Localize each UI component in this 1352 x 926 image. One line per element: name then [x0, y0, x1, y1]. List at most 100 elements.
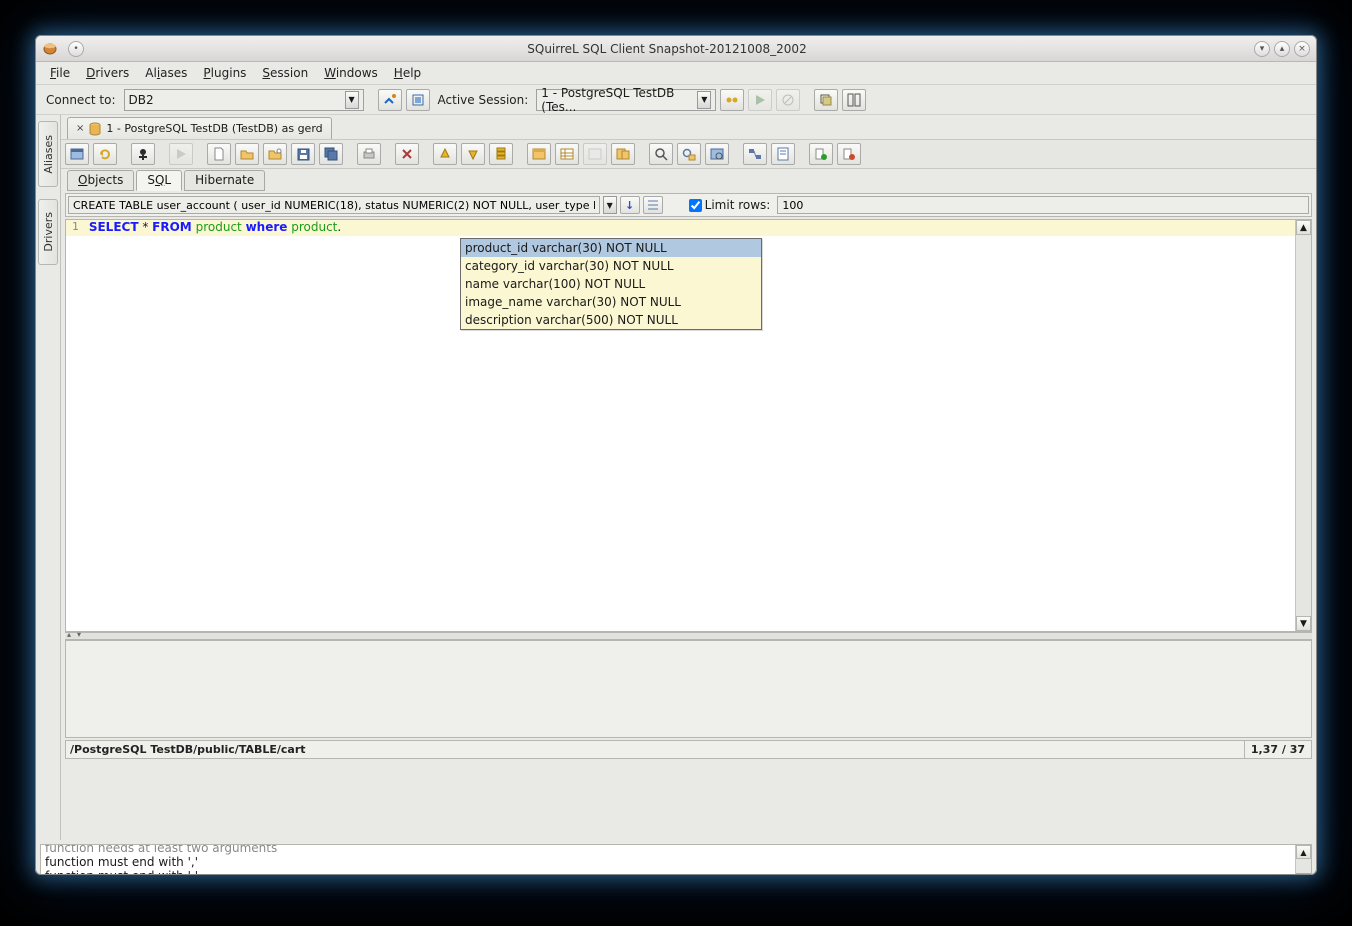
sql-editor[interactable]: 1 SELECT * FROM product where product. p…: [65, 219, 1312, 632]
tab-sql[interactable]: SQL: [136, 170, 182, 191]
window-title: SQuirreL SQL Client Snapshot-20121008_20…: [84, 42, 1250, 56]
delete-icon[interactable]: [395, 143, 419, 165]
find-replace-icon[interactable]: [677, 143, 701, 165]
close-icon[interactable]: ×: [76, 123, 84, 134]
titlebar-dot-icon: •: [68, 41, 84, 57]
run-all-icon: [169, 143, 193, 165]
app-icon: [42, 41, 58, 57]
menu-plugins[interactable]: Plugins: [195, 64, 254, 82]
minimize-button[interactable]: ▾: [1254, 41, 1270, 57]
open-icon[interactable]: [235, 143, 259, 165]
app-window: • SQuirreL SQL Client Snapshot-20121008_…: [35, 35, 1317, 875]
zoom-icon[interactable]: [649, 143, 673, 165]
graph-icon[interactable]: [743, 143, 767, 165]
scroll-up-icon[interactable]: ▲: [1296, 845, 1311, 859]
save-all-icon[interactable]: [319, 143, 343, 165]
code-completion-popup[interactable]: product_id varchar(30) NOT NULL category…: [460, 238, 762, 330]
limit-rows-label: Limit rows:: [705, 198, 771, 212]
sql-history-field[interactable]: [68, 196, 600, 214]
db-icon: [89, 122, 101, 136]
completion-item[interactable]: category_id varchar(30) NOT NULL: [461, 257, 761, 275]
menu-drivers[interactable]: Drivers: [78, 64, 137, 82]
result-export-icon[interactable]: [611, 143, 635, 165]
result-grid-icon[interactable]: [555, 143, 579, 165]
menu-help[interactable]: Help: [386, 64, 429, 82]
stop-icon: [776, 89, 800, 111]
line-number: 1: [66, 220, 82, 236]
run-icon: [748, 89, 772, 111]
aliases-tab[interactable]: Aliases: [38, 121, 58, 187]
active-session-value: 1 - PostgreSQL TestDB (Tes...: [541, 86, 697, 114]
tile-icon[interactable]: [842, 89, 866, 111]
save-as-icon[interactable]: [263, 143, 287, 165]
scroll-up-icon[interactable]: ▲: [1296, 220, 1311, 235]
log-line: function needs at least two arguments: [41, 844, 1311, 855]
connect-toolbar: Connect to: DB2 ▼ Active Session: 1 - Po…: [36, 85, 1316, 115]
log-line: function must end with ',': [41, 855, 1311, 869]
log-scrollbar[interactable]: ▲ ▼: [1295, 845, 1311, 875]
editor-scrollbar[interactable]: ▲ ▼: [1295, 220, 1311, 631]
list-icon[interactable]: [643, 196, 663, 214]
run-sql-icon[interactable]: [131, 143, 155, 165]
commit-icon[interactable]: [720, 89, 744, 111]
print-icon[interactable]: [357, 143, 381, 165]
result-text-icon: [583, 143, 607, 165]
save-icon[interactable]: [291, 143, 315, 165]
completion-item[interactable]: description varchar(500) NOT NULL: [461, 311, 761, 329]
insert-down-icon[interactable]: ↓: [620, 196, 640, 214]
chevron-down-icon[interactable]: ▼: [345, 91, 359, 109]
completion-item[interactable]: image_name varchar(30) NOT NULL: [461, 293, 761, 311]
next-icon[interactable]: [461, 143, 485, 165]
titlebar: • SQuirreL SQL Client Snapshot-20121008_…: [36, 36, 1316, 62]
script-icon[interactable]: [771, 143, 795, 165]
status-path: /PostgreSQL TestDB/public/TABLE/cart: [66, 743, 1244, 756]
close-button[interactable]: ×: [1294, 41, 1310, 57]
inner-tab-row: Objects SQL Hibernate: [61, 169, 1316, 191]
menu-windows[interactable]: Windows: [316, 64, 386, 82]
menu-aliases[interactable]: Aliases: [137, 64, 195, 82]
tab-hibernate[interactable]: Hibernate: [184, 170, 265, 191]
prev-icon[interactable]: [433, 143, 457, 165]
drivers-tab[interactable]: Drivers: [38, 199, 58, 265]
log-line: function must end with ',': [41, 869, 1311, 875]
session-tab-row: × 1 - PostgreSQL TestDB (TestDB) as gerd: [61, 117, 1316, 139]
menu-file[interactable]: File: [42, 64, 78, 82]
chevron-down-icon[interactable]: ▼: [697, 91, 711, 109]
split-handle[interactable]: [65, 632, 1312, 640]
session-toolbar: [61, 139, 1316, 169]
connect-to-combo[interactable]: DB2 ▼: [124, 89, 364, 111]
status-caret: 1,37 / 37: [1244, 741, 1311, 758]
history-icon[interactable]: [489, 143, 513, 165]
active-session-combo[interactable]: 1 - PostgreSQL TestDB (Tes... ▼: [536, 89, 716, 111]
results-panel: [65, 640, 1312, 738]
active-session-label: Active Session:: [434, 93, 533, 107]
limit-rows-input[interactable]: [777, 196, 1309, 214]
history-bar: ▼ ↓ Limit rows:: [65, 193, 1312, 217]
maximize-button[interactable]: ▴: [1274, 41, 1290, 57]
connect-to-label: Connect to:: [42, 93, 120, 107]
completion-item[interactable]: name varchar(100) NOT NULL: [461, 275, 761, 293]
menu-session[interactable]: Session: [254, 64, 316, 82]
completion-item[interactable]: product_id varchar(30) NOT NULL: [461, 239, 761, 257]
message-log-panel: function needs at least two arguments fu…: [40, 844, 1312, 875]
session-tab-label: 1 - PostgreSQL TestDB (TestDB) as gerd: [106, 122, 322, 135]
find-columns-icon[interactable]: [705, 143, 729, 165]
connect-icon[interactable]: [378, 89, 402, 111]
new-file-icon[interactable]: [207, 143, 231, 165]
left-sidebar: Aliases Drivers: [36, 115, 61, 840]
session-tab[interactable]: × 1 - PostgreSQL TestDB (TestDB) as gerd: [67, 117, 332, 139]
validate-on-icon[interactable]: [809, 143, 833, 165]
result-new-tab-icon[interactable]: [527, 143, 551, 165]
props-icon[interactable]: [65, 143, 89, 165]
validate-off-icon[interactable]: [837, 143, 861, 165]
cascade-icon[interactable]: [814, 89, 838, 111]
refresh-icon[interactable]: [93, 143, 117, 165]
new-session-icon[interactable]: [406, 89, 430, 111]
editor-line[interactable]: 1 SELECT * FROM product where product.: [66, 220, 1311, 236]
limit-rows-checkbox[interactable]: Limit rows:: [685, 198, 775, 212]
connect-to-value: DB2: [129, 93, 345, 107]
scroll-down-icon[interactable]: ▼: [1296, 616, 1311, 631]
scroll-thumb[interactable]: [1296, 873, 1311, 875]
chevron-down-icon[interactable]: ▼: [603, 196, 617, 214]
tab-objects[interactable]: Objects: [67, 170, 134, 191]
